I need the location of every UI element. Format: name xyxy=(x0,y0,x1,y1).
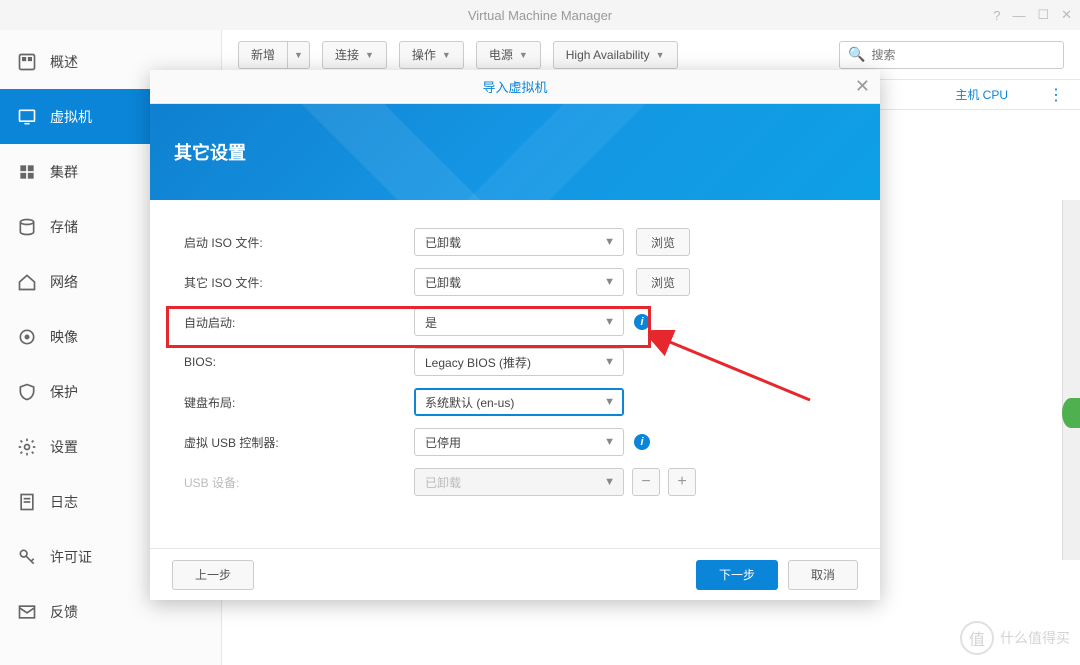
storage-icon xyxy=(16,216,38,238)
info-icon[interactable]: i xyxy=(634,314,650,330)
other-iso-select[interactable]: 已卸载▼ xyxy=(414,268,624,296)
chevron-down-icon: ▼ xyxy=(519,50,528,60)
browse-other-iso-button[interactable]: 浏览 xyxy=(636,268,690,296)
chevron-down-icon: ▼ xyxy=(294,50,303,60)
add-button: 新增 xyxy=(238,41,288,69)
chevron-down-icon: ▼ xyxy=(604,236,615,248)
add-button-group[interactable]: 新增 ▼ xyxy=(238,41,310,69)
action-button[interactable]: 操作▼ xyxy=(399,41,464,69)
dialog-title: 导入虚拟机 xyxy=(482,77,547,96)
bios-label: BIOS: xyxy=(184,355,414,369)
autostart-select[interactable]: 是▼ xyxy=(414,308,624,336)
connect-button[interactable]: 连接▼ xyxy=(322,41,387,69)
window-maximize-icon[interactable]: ☐ xyxy=(1037,7,1049,23)
add-dropdown-button: ▼ xyxy=(288,41,310,69)
other-iso-label: 其它 ISO 文件: xyxy=(184,274,414,291)
chevron-down-icon: ▼ xyxy=(604,436,615,448)
import-vm-dialog: 导入虚拟机 ✕ 其它设置 启动 ISO 文件: 已卸载▼ 浏览 其它 ISO 文… xyxy=(150,70,880,600)
sidebar-item-label: 存储 xyxy=(50,217,78,237)
background-panel-edge xyxy=(1062,200,1080,560)
window-help-icon[interactable]: ? xyxy=(993,8,1000,23)
search-input[interactable] xyxy=(871,48,1055,62)
search-box[interactable]: 🔍 xyxy=(839,41,1064,69)
chevron-down-icon: ▼ xyxy=(604,316,615,328)
power-button[interactable]: 电源▼ xyxy=(476,41,541,69)
mail-icon xyxy=(16,601,38,623)
dialog-banner: 其它设置 xyxy=(150,104,880,200)
autostart-label: 自动启动: xyxy=(184,314,414,331)
background-status-dot xyxy=(1062,398,1080,428)
sidebar-item-label: 映像 xyxy=(50,327,78,347)
chevron-down-icon: ▼ xyxy=(604,276,615,288)
add-usb-button[interactable]: + xyxy=(668,468,696,496)
boot-iso-label: 启动 ISO 文件: xyxy=(184,234,414,251)
next-button[interactable]: 下一步 xyxy=(696,560,778,590)
sidebar-item-label: 保护 xyxy=(50,382,78,402)
usb-controller-label: 虚拟 USB 控制器: xyxy=(184,434,414,451)
chevron-down-icon: ▼ xyxy=(604,476,615,488)
chevron-down-icon: ▼ xyxy=(604,396,615,408)
info-icon[interactable]: i xyxy=(634,434,650,450)
sidebar-item-label: 集群 xyxy=(50,162,78,182)
sidebar-item-label: 日志 xyxy=(50,492,78,512)
sidebar-item-label: 反馈 xyxy=(50,602,78,622)
column-menu-icon[interactable]: ⋮ xyxy=(1048,85,1064,105)
log-icon xyxy=(16,491,38,513)
chevron-down-icon: ▼ xyxy=(656,50,665,60)
overview-icon xyxy=(16,51,38,73)
window-minimize-icon[interactable]: — xyxy=(1012,8,1025,23)
window-title: Virtual Machine Manager xyxy=(468,8,612,23)
image-icon xyxy=(16,326,38,348)
usb-controller-select[interactable]: 已停用▼ xyxy=(414,428,624,456)
close-icon[interactable]: ✕ xyxy=(855,76,870,97)
window-titlebar: Virtual Machine Manager ? — ☐ ✕ xyxy=(0,0,1080,30)
usb-device-select: 已卸载▼ xyxy=(414,468,624,496)
watermark: 值 什么值得买 xyxy=(960,621,1070,655)
browse-boot-iso-button[interactable]: 浏览 xyxy=(636,228,690,256)
gear-icon xyxy=(16,436,38,458)
vm-icon xyxy=(16,106,38,128)
previous-button[interactable]: 上一步 xyxy=(172,560,254,590)
sidebar-item-label: 许可证 xyxy=(50,547,92,567)
window-close-icon[interactable]: ✕ xyxy=(1061,7,1072,23)
sidebar-item-label: 设置 xyxy=(50,437,78,457)
sidebar-item-label: 网络 xyxy=(50,272,78,292)
bios-select[interactable]: Legacy BIOS (推荐)▼ xyxy=(414,348,624,376)
cancel-button[interactable]: 取消 xyxy=(788,560,858,590)
chevron-down-icon: ▼ xyxy=(365,50,374,60)
watermark-text: 什么值得买 xyxy=(1000,628,1070,648)
key-icon xyxy=(16,546,38,568)
sidebar-item-label: 概述 xyxy=(50,52,78,72)
watermark-badge: 值 xyxy=(960,621,994,655)
shield-icon xyxy=(16,381,38,403)
dialog-body: 启动 ISO 文件: 已卸载▼ 浏览 其它 ISO 文件: 已卸载▼ 浏览 自动… xyxy=(150,200,880,548)
chevron-down-icon: ▼ xyxy=(604,356,615,368)
sidebar-item-label: 虚拟机 xyxy=(50,107,92,127)
window-controls: ? — ☐ ✕ xyxy=(993,0,1072,30)
network-icon xyxy=(16,271,38,293)
boot-iso-select[interactable]: 已卸载▼ xyxy=(414,228,624,256)
dialog-section-title: 其它设置 xyxy=(174,139,246,165)
search-icon: 🔍 xyxy=(848,46,865,63)
dialog-titlebar: 导入虚拟机 ✕ xyxy=(150,70,880,104)
chevron-down-icon: ▼ xyxy=(442,50,451,60)
ha-button[interactable]: High Availability▼ xyxy=(553,41,678,69)
cluster-icon xyxy=(16,161,38,183)
remove-usb-button[interactable]: − xyxy=(632,468,660,496)
usb-device-label: USB 设备: xyxy=(184,474,414,491)
column-host-cpu[interactable]: 主机 CPU xyxy=(955,86,1048,103)
keyboard-select[interactable]: 系统默认 (en-us)▼ xyxy=(414,388,624,416)
dialog-footer: 上一步 下一步 取消 xyxy=(150,548,880,600)
keyboard-label: 键盘布局: xyxy=(184,394,414,411)
